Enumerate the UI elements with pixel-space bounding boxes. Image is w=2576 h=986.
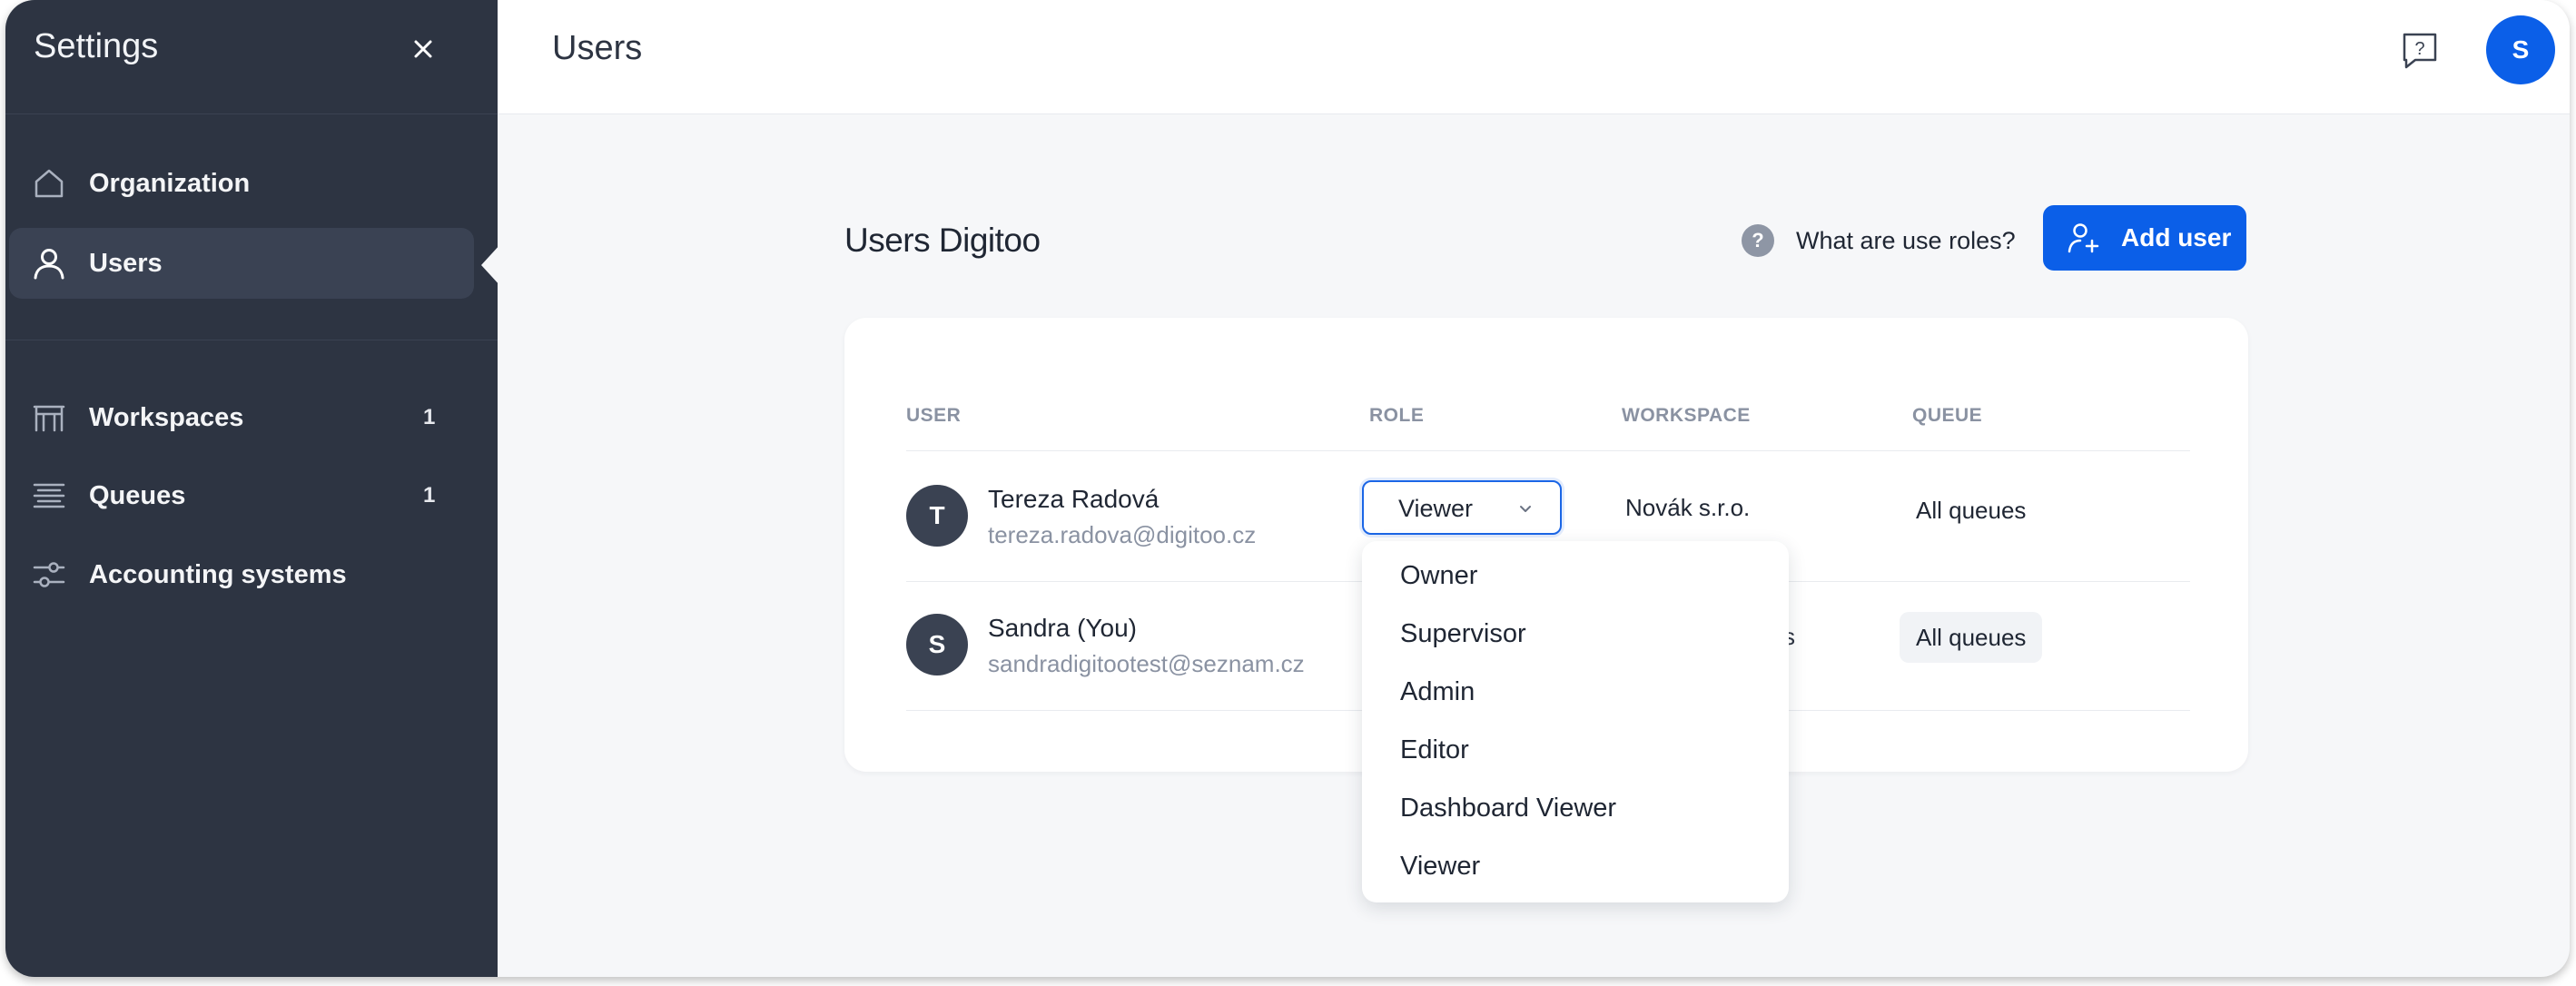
sliders-icon — [31, 557, 67, 593]
column-header-queue: QUEUE — [1912, 405, 1983, 426]
table-divider — [906, 450, 2190, 451]
sidebar-item-queues[interactable]: Queues 1 — [9, 460, 474, 531]
user-icon — [31, 245, 67, 281]
workspace-value[interactable]: Novák s.r.o. — [1625, 494, 1750, 522]
role-select[interactable]: Viewer — [1362, 480, 1562, 535]
role-option-owner[interactable]: Owner — [1400, 561, 1477, 591]
help-chat-icon[interactable]: ? — [2397, 27, 2443, 73]
home-icon — [31, 165, 67, 202]
sidebar-item-accounting-systems[interactable]: Accounting systems — [9, 539, 474, 610]
sidebar-title: Settings — [34, 27, 159, 65]
user-avatar[interactable]: S — [2486, 15, 2555, 84]
queues-count-badge: 1 — [423, 483, 436, 508]
role-select-value: Viewer — [1398, 495, 1474, 522]
workspace-icon — [31, 399, 67, 436]
chevron-down-icon — [1518, 501, 1533, 516]
sidebar-item-label: Accounting systems — [89, 559, 347, 589]
user-avatar-row: S — [906, 614, 968, 675]
close-icon[interactable] — [407, 33, 439, 65]
add-user-icon — [2067, 221, 2101, 255]
queue-value[interactable]: All queues — [1900, 612, 2043, 663]
sidebar-item-label: Queues — [89, 480, 186, 510]
queue-value[interactable]: All queues — [1900, 485, 2042, 536]
workspaces-count-badge: 1 — [423, 405, 436, 429]
svg-text:?: ? — [2414, 39, 2424, 59]
queues-icon — [31, 478, 67, 514]
app-window: Settings Organization Users Workspaces 1 — [5, 0, 2570, 977]
sidebar-header: Settings — [5, 0, 498, 114]
sidebar-item-users[interactable]: Users — [9, 228, 474, 299]
user-name: Tereza Radová — [988, 485, 1160, 513]
question-icon: ? — [1742, 224, 1774, 257]
settings-sidebar: Settings Organization Users Workspaces 1 — [5, 0, 501, 977]
content-title: Users Digitoo — [844, 222, 1041, 259]
sidebar-item-label: Workspaces — [89, 402, 244, 432]
role-option-editor[interactable]: Editor — [1400, 735, 1469, 765]
column-header-user: USER — [906, 405, 962, 426]
column-header-workspace: WORKSPACE — [1622, 405, 1751, 426]
role-option-viewer[interactable]: Viewer — [1400, 852, 1480, 882]
sidebar-item-organization[interactable]: Organization — [9, 148, 474, 219]
sidebar-item-label: Users — [89, 248, 163, 278]
role-option-supervisor[interactable]: Supervisor — [1400, 619, 1526, 649]
user-email: tereza.radova@digitoo.cz — [988, 521, 1257, 548]
top-bar: Users ? S — [498, 0, 2570, 114]
add-user-button[interactable]: Add user — [2043, 205, 2246, 271]
role-option-dashboard-viewer[interactable]: Dashboard Viewer — [1400, 794, 1616, 823]
active-indicator-notch — [481, 243, 501, 287]
column-header-role: ROLE — [1369, 405, 1425, 426]
user-email: sandradigitootest@seznam.cz — [988, 650, 1305, 677]
page-title: Users — [552, 29, 643, 67]
add-user-label: Add user — [2121, 223, 2232, 251]
sidebar-item-workspaces[interactable]: Workspaces 1 — [9, 382, 474, 453]
role-dropdown-menu: Owner Supervisor Admin Editor Dashboard … — [1362, 541, 1789, 902]
sidebar-item-label: Organization — [89, 168, 251, 198]
user-name: Sandra (You) — [988, 614, 1137, 642]
role-option-admin[interactable]: Admin — [1400, 677, 1475, 707]
user-avatar-row: T — [906, 485, 968, 547]
user-roles-help-link[interactable]: What are use roles? — [1796, 227, 2016, 255]
